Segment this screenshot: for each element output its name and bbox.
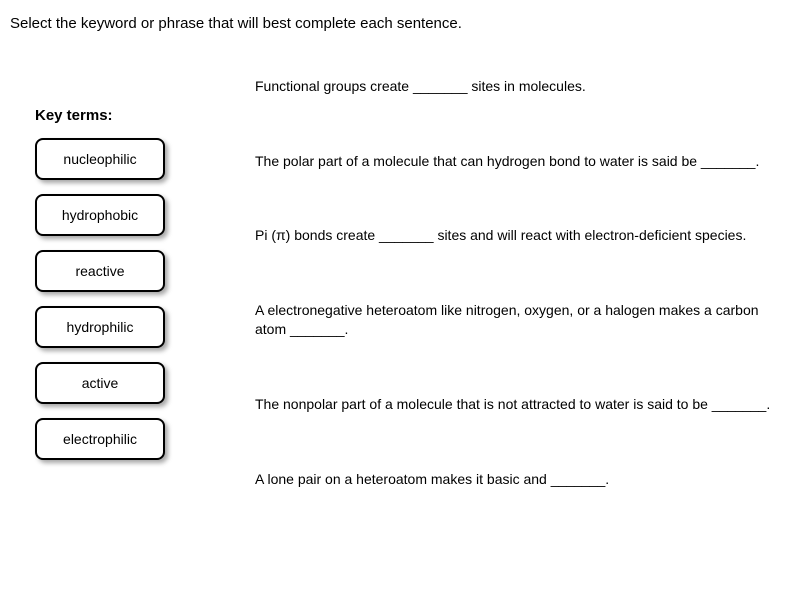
- sentence-3[interactable]: Pi (π) bonds create _______ sites and wi…: [255, 226, 780, 246]
- content-area: Key terms: nucleophilic hydrophobic reac…: [10, 67, 790, 544]
- key-terms-panel: Key terms: nucleophilic hydrophobic reac…: [35, 107, 195, 544]
- instruction-text: Select the keyword or phrase that will b…: [10, 15, 790, 32]
- sentences-panel: Functional groups create _______ sites i…: [255, 67, 790, 544]
- term-active[interactable]: active: [35, 362, 165, 404]
- sentence-4[interactable]: A electronegative heteroatom like nitrog…: [255, 301, 780, 340]
- key-terms-heading: Key terms:: [35, 107, 195, 124]
- term-hydrophobic[interactable]: hydrophobic: [35, 194, 165, 236]
- term-nucleophilic[interactable]: nucleophilic: [35, 138, 165, 180]
- sentence-6[interactable]: A lone pair on a heteroatom makes it bas…: [255, 470, 780, 490]
- sentence-5[interactable]: The nonpolar part of a molecule that is …: [255, 395, 780, 415]
- term-hydrophilic[interactable]: hydrophilic: [35, 306, 165, 348]
- term-reactive[interactable]: reactive: [35, 250, 165, 292]
- sentence-2[interactable]: The polar part of a molecule that can hy…: [255, 152, 780, 172]
- sentence-1[interactable]: Functional groups create _______ sites i…: [255, 77, 780, 97]
- term-electrophilic[interactable]: electrophilic: [35, 418, 165, 460]
